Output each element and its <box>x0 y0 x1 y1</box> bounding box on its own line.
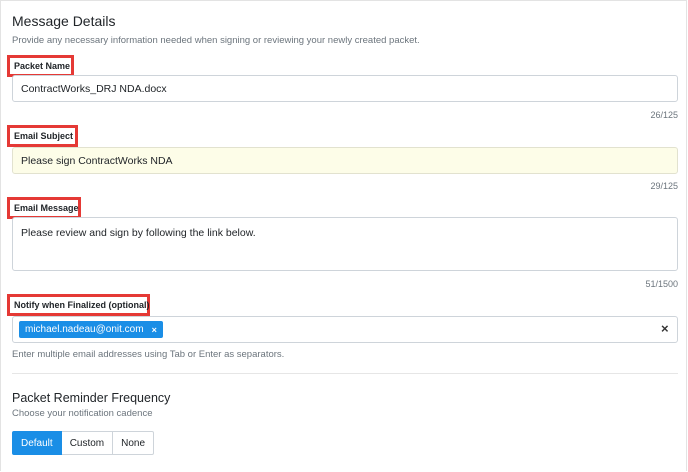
email-subject-counter: 29/125 <box>650 181 678 191</box>
notify-email-input[interactable]: michael.nadeau@onit.com × <box>12 316 678 343</box>
packet-name-counter: 26/125 <box>650 110 678 120</box>
chip-remove-icon[interactable]: × <box>152 325 157 335</box>
reminder-frequency-toggle: Default Custom None <box>12 431 155 455</box>
packet-name-value: ContractWorks_DRJ NDA.docx <box>21 82 167 95</box>
email-message-label: Email Message <box>14 203 79 213</box>
email-subject-label: Email Subject <box>14 131 74 141</box>
clear-all-icon[interactable]: × <box>661 321 669 336</box>
section-divider <box>12 373 678 374</box>
notify-help-text: Enter multiple email addresses using Tab… <box>12 349 285 360</box>
email-message-label-box: Email Message <box>7 197 81 219</box>
reminder-option-default[interactable]: Default <box>12 431 62 455</box>
email-chip-label: michael.nadeau@onit.com <box>25 324 144 335</box>
email-subject-input[interactable]: Please sign ContractWorks NDA <box>12 147 678 174</box>
email-chip: michael.nadeau@onit.com × <box>19 321 163 338</box>
email-subject-label-box: Email Subject <box>7 125 78 147</box>
packet-name-label: Packet Name <box>14 61 71 71</box>
reminder-option-custom[interactable]: Custom <box>61 431 114 455</box>
packet-name-input[interactable]: ContractWorks_DRJ NDA.docx <box>12 75 678 102</box>
notify-label: Notify when Finalized (optional) <box>14 300 150 310</box>
message-details-title: Message Details <box>12 13 116 29</box>
packet-name-label-box: Packet Name <box>7 55 74 77</box>
email-message-textarea[interactable]: Please review and sign by following the … <box>12 217 678 271</box>
email-message-value: Please review and sign by following the … <box>21 227 256 239</box>
message-details-description: Provide any necessary information needed… <box>12 35 420 46</box>
reminder-title: Packet Reminder Frequency <box>12 391 171 405</box>
reminder-option-none[interactable]: None <box>113 431 155 455</box>
reminder-description: Choose your notification cadence <box>12 408 153 419</box>
notify-label-box: Notify when Finalized (optional) <box>7 294 150 316</box>
email-message-counter: 51/1500 <box>645 279 678 289</box>
email-subject-value: Please sign ContractWorks NDA <box>21 154 173 167</box>
